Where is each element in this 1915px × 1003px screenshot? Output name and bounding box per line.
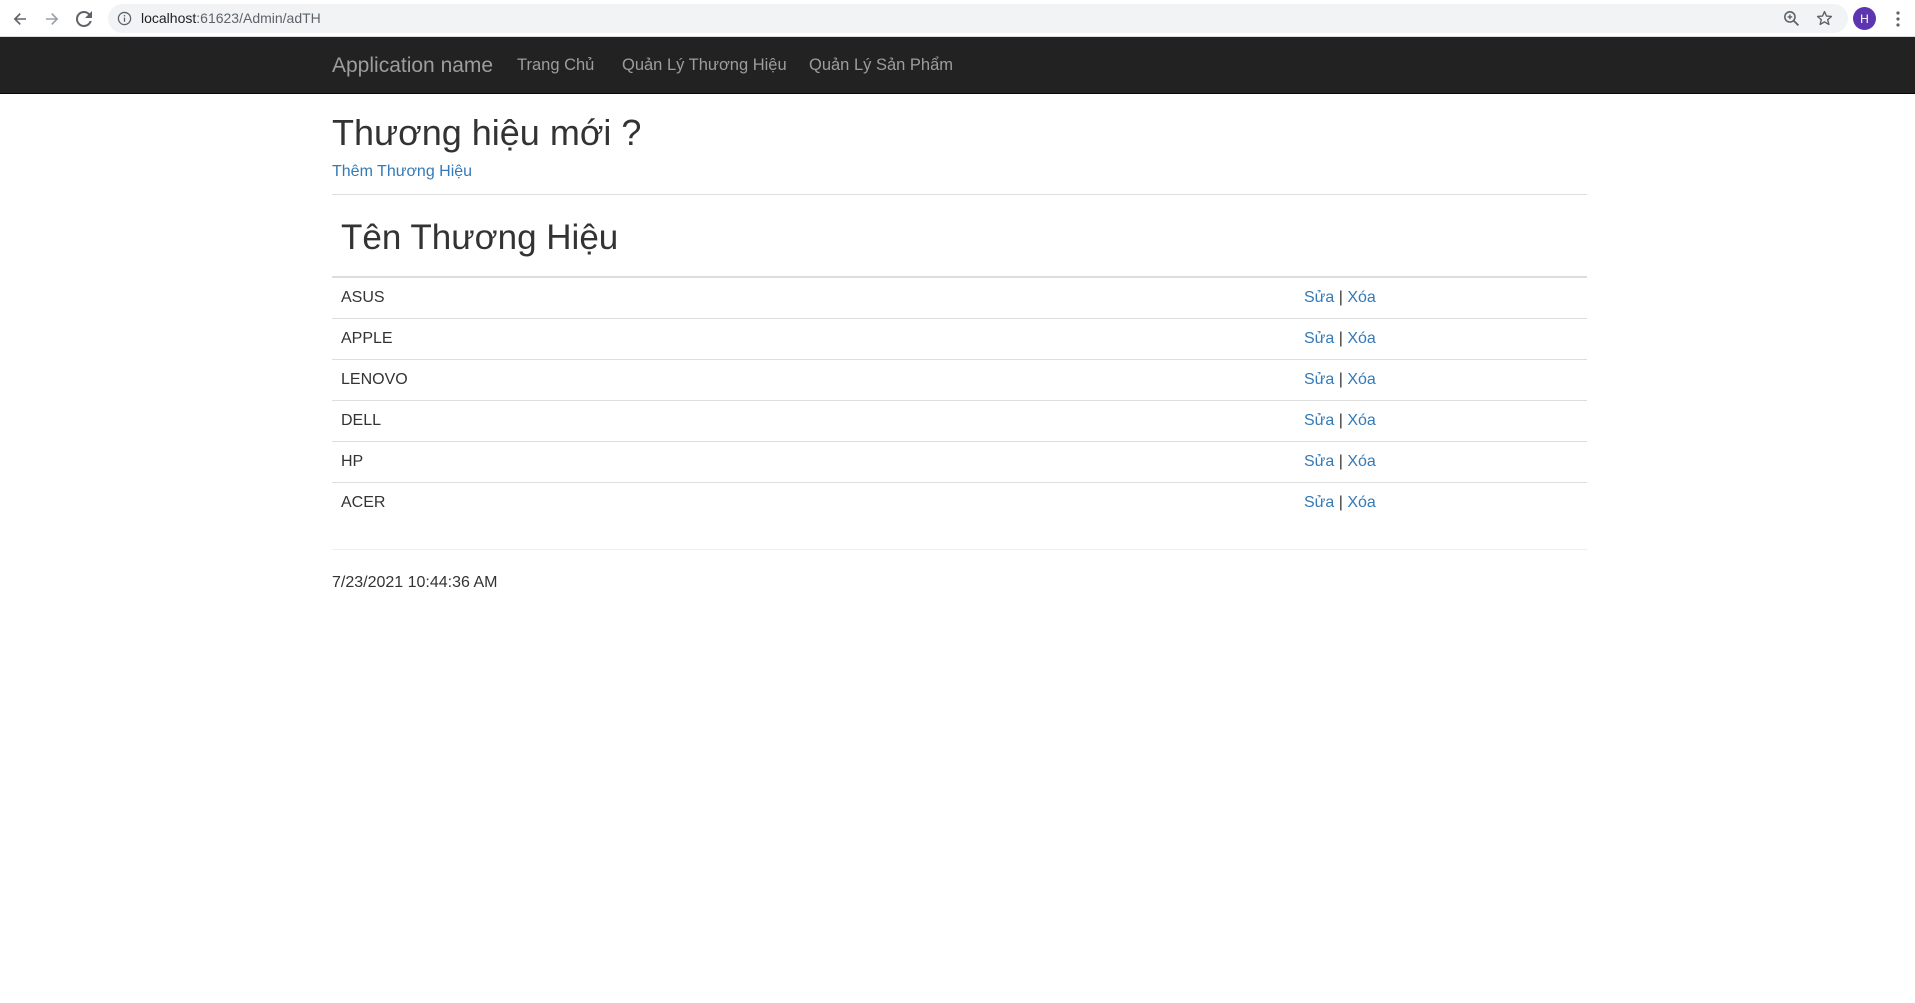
delete-link[interactable]: Xóa xyxy=(1347,412,1375,429)
brand-table: Tên Thương Hiệu ASUS Sửa | Xóa APPLE Sửa… xyxy=(332,204,1587,523)
page-title: Thương hiệu mới ? xyxy=(332,112,642,153)
table-row: APPLE Sửa | Xóa xyxy=(332,317,1587,359)
actions-cell: Sửa | Xóa xyxy=(1295,317,1587,359)
brand-name-cell: ASUS xyxy=(341,288,385,306)
actions-cell: Sửa | Xóa xyxy=(1295,440,1587,482)
delete-link[interactable]: Xóa xyxy=(1347,453,1375,470)
nav-link-home[interactable]: Trang Chủ xyxy=(517,56,594,75)
delete-link[interactable]: Xóa xyxy=(1347,330,1375,347)
edit-link[interactable]: Sửa xyxy=(1304,371,1334,388)
separator: | xyxy=(1338,288,1343,306)
site-navbar: Application name Trang Chủ Quản Lý Thươn… xyxy=(0,37,1915,94)
separator: | xyxy=(1338,370,1343,388)
divider xyxy=(332,194,1587,195)
edit-link[interactable]: Sửa xyxy=(1304,289,1334,306)
delete-link[interactable]: Xóa xyxy=(1347,494,1375,511)
table-row: DELL Sửa | Xóa xyxy=(332,399,1587,441)
actions-cell: Sửa | Xóa xyxy=(1295,358,1587,400)
zoom-icon[interactable] xyxy=(1783,10,1800,27)
forward-button[interactable] xyxy=(40,7,64,31)
info-icon[interactable] xyxy=(117,11,132,26)
nav-link-brands[interactable]: Quản Lý Thương Hiệu xyxy=(622,56,787,75)
actions-cell: Sửa | Xóa xyxy=(1295,277,1587,318)
brand-name-cell: DELL xyxy=(332,399,1295,441)
brand-name-cell: HP xyxy=(332,440,1295,482)
table-row: ACER Sửa | Xóa xyxy=(332,481,1587,523)
table-row: ASUS Sửa | Xóa xyxy=(332,277,1587,318)
brand-name-cell: LENOVO xyxy=(332,358,1295,400)
arrow-left-icon xyxy=(13,13,26,25)
edit-link[interactable]: Sửa xyxy=(1304,494,1334,511)
back-button[interactable] xyxy=(8,7,32,31)
separator: | xyxy=(1338,329,1343,347)
menu-dots-icon[interactable] xyxy=(1890,9,1906,29)
edit-link[interactable]: Sửa xyxy=(1304,453,1334,470)
add-brand-link[interactable]: Thêm Thương Hiệu xyxy=(332,163,472,181)
profile-avatar[interactable]: H xyxy=(1853,7,1876,30)
column-header-actions xyxy=(1295,204,1587,278)
table-row: HP Sửa | Xóa xyxy=(332,440,1587,482)
reload-icon xyxy=(76,11,92,27)
delete-link[interactable]: Xóa xyxy=(1347,371,1375,388)
url-text[interactable]: localhost:61623/Admin/adTH xyxy=(141,10,321,26)
separator: | xyxy=(1338,493,1343,511)
reload-button[interactable] xyxy=(72,7,96,31)
arrow-right-icon xyxy=(46,13,59,25)
actions-cell: Sửa | Xóa xyxy=(1295,399,1587,441)
footer-divider xyxy=(332,549,1587,550)
browser-toolbar: localhost:61623/Admin/adTH H xyxy=(0,0,1915,37)
footer-timestamp: 7/23/2021 10:44:36 AM xyxy=(332,574,498,591)
star-icon[interactable] xyxy=(1816,10,1833,27)
brand-link[interactable]: Application name xyxy=(332,54,493,78)
edit-link[interactable]: Sửa xyxy=(1304,330,1334,347)
nav-link-products[interactable]: Quản Lý Sản Phẩm xyxy=(809,56,953,75)
table-row: LENOVO Sửa | Xóa xyxy=(332,358,1587,400)
brand-name-cell: APPLE xyxy=(332,317,1295,359)
edit-link[interactable]: Sửa xyxy=(1304,412,1334,429)
address-bar[interactable]: localhost:61623/Admin/adTH xyxy=(108,4,1848,33)
column-header-brand-name: Tên Thương Hiệu xyxy=(332,204,1295,278)
brand-name-cell: ACER xyxy=(332,481,1295,523)
separator: | xyxy=(1338,411,1343,429)
table-header-row: Tên Thương Hiệu xyxy=(332,204,1587,278)
separator: | xyxy=(1338,452,1343,470)
delete-link[interactable]: Xóa xyxy=(1347,289,1375,306)
actions-cell: Sửa | Xóa xyxy=(1295,481,1587,523)
